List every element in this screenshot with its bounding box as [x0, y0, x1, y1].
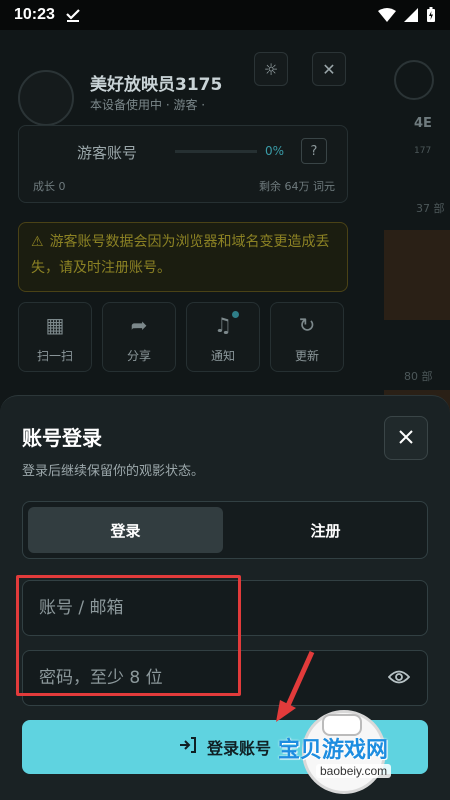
sun-icon: ☼: [263, 59, 279, 79]
sheet-title: 账号登录: [22, 426, 102, 450]
watermark-text: 宝贝游戏网: [278, 738, 389, 763]
bg-text: 4E: [414, 116, 432, 131]
quick-action-scan[interactable]: ▦ 扫一扫: [18, 302, 92, 372]
status-time: 10:23: [14, 6, 55, 23]
qr-scan-icon: ▦: [45, 313, 65, 337]
tab-register[interactable]: 注册: [228, 507, 423, 553]
growth-percent: 0%: [265, 144, 285, 158]
close-button[interactable]: [384, 416, 428, 460]
quick-action-label: 通知: [210, 349, 235, 363]
avatar[interactable]: [18, 70, 74, 126]
poster-thumbnail: [384, 230, 450, 320]
theme-toggle-button[interactable]: ☼: [254, 52, 288, 86]
bg-text: 80 部: [404, 370, 433, 383]
guest-account-card[interactable]: 游客账号 0% ? 成长 0 剩余 64万 词元: [18, 125, 348, 203]
bell-icon: ♫: [214, 313, 232, 337]
help-button[interactable]: ?: [301, 138, 327, 164]
close-icon: [399, 429, 413, 448]
warning-text: 游客账号数据会因为浏览器和域名变更造成丢失，请及时注册账号。: [31, 234, 330, 276]
watermark-domain: baobeiy.com: [316, 764, 392, 778]
growth-level: 成长 0: [33, 180, 66, 193]
status-bar: 10:23: [0, 0, 450, 30]
growth-progress-bar: [175, 150, 257, 153]
quick-action-update[interactable]: ↻ 更新: [270, 302, 344, 372]
login-register-tabs: 登录 注册: [22, 501, 428, 559]
notification-dot: [232, 311, 239, 318]
eye-icon: [387, 669, 411, 689]
signal-icon: [404, 8, 418, 22]
watermark: 宝贝游戏网 baobeiy.com: [278, 702, 442, 794]
quick-action-label: 分享: [126, 349, 151, 363]
quick-action-notify[interactable]: ♫ 通知: [186, 302, 260, 372]
search-icon[interactable]: [394, 60, 434, 100]
guest-warning: ⚠ 游客账号数据会因为浏览器和域名变更造成丢失，请及时注册账号。: [18, 222, 348, 292]
login-icon: [179, 737, 197, 757]
quick-action-share[interactable]: ➦ 分享: [102, 302, 176, 372]
share-icon: ➦: [130, 313, 148, 337]
submit-label: 登录账号: [206, 739, 271, 758]
close-icon: ✕: [322, 59, 336, 79]
sheet-subtitle: 登录后继续保留你的观影状态。: [22, 464, 205, 479]
tab-login[interactable]: 登录: [28, 507, 223, 553]
wifi-icon: [378, 8, 396, 22]
refresh-icon: ↻: [298, 313, 316, 337]
bg-text: 37 部: [416, 202, 445, 215]
remaining-tokens: 剩余 64万 词元: [259, 180, 335, 193]
profile-subtitle: 本设备使用中 · 游客 ·: [90, 98, 206, 112]
guest-title: 游客账号: [77, 144, 138, 162]
close-drawer-button[interactable]: ✕: [312, 52, 346, 86]
background-content-column: 4E 177 37 部 80 部: [384, 50, 450, 420]
battery-icon: [426, 7, 436, 23]
show-password-toggle[interactable]: [385, 665, 413, 693]
warning-icon: ⚠: [31, 234, 44, 250]
bg-text: 177: [414, 146, 432, 156]
quick-action-label: 更新: [294, 349, 319, 363]
annotation-highlight-box: [16, 575, 241, 696]
download-done-icon: [65, 8, 81, 22]
quick-action-label: 扫一扫: [36, 349, 73, 363]
profile-name: 美好放映员3175: [90, 75, 223, 95]
